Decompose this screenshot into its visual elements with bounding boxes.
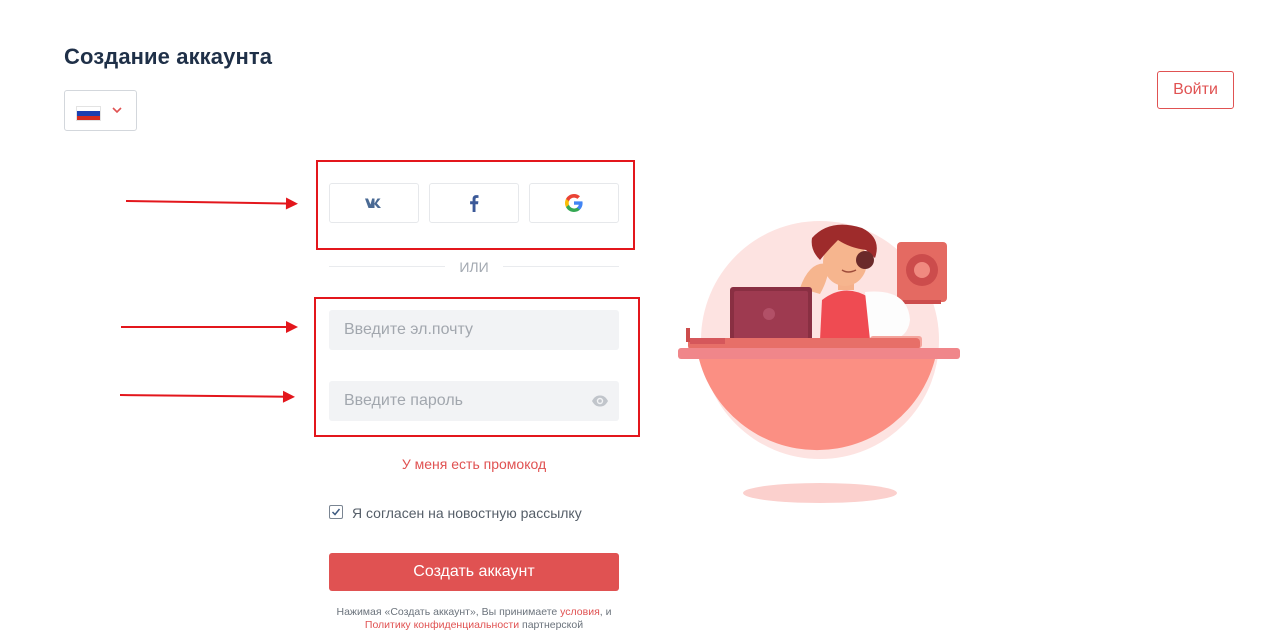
facebook-icon — [470, 194, 479, 212]
divider-text: ИЛИ — [459, 259, 489, 275]
annotation-arrow — [119, 394, 290, 398]
vk-login-button[interactable] — [329, 183, 419, 223]
promo-code-link[interactable]: У меня есть промокод — [329, 456, 619, 472]
annotation-arrow — [121, 321, 298, 333]
chevron-down-icon — [112, 107, 122, 114]
password-field[interactable]: Введите пароль — [329, 381, 619, 421]
newsletter-checkbox[interactable] — [329, 505, 343, 519]
email-field[interactable]: Введите эл.почту — [329, 310, 619, 350]
terms-link[interactable]: условия — [560, 606, 600, 618]
facebook-login-button[interactable] — [429, 183, 519, 223]
russia-flag-icon — [76, 106, 101, 121]
privacy-policy-link[interactable]: Политику конфиденциальности — [365, 619, 519, 631]
divider-line — [329, 266, 445, 267]
eye-icon[interactable] — [591, 394, 609, 408]
annotation-arrow — [125, 200, 292, 205]
terms-part2: , и — [599, 606, 612, 618]
password-placeholder: Введите пароль — [344, 392, 463, 409]
terms-part3: партнерской — [522, 619, 584, 631]
google-icon — [565, 194, 583, 212]
newsletter-label: Я согласен на новостную рассылку — [352, 505, 582, 521]
terms-part1: Нажимая «Создать аккаунт», Вы принимаете — [336, 606, 558, 618]
login-button[interactable]: Войти — [1157, 71, 1234, 109]
create-account-button[interactable]: Создать аккаунт — [329, 553, 619, 591]
page-title: Создание аккаунта — [64, 44, 273, 69]
hero-illustration — [678, 221, 960, 503]
language-selector[interactable] — [64, 90, 137, 131]
vk-icon — [365, 198, 381, 208]
check-icon — [331, 508, 341, 516]
divider-line — [503, 266, 619, 267]
terms-text: Нажимая «Создать аккаунт», Вы принимаете… — [329, 606, 619, 632]
email-placeholder: Введите эл.почту — [344, 321, 473, 338]
google-login-button[interactable] — [529, 183, 619, 223]
